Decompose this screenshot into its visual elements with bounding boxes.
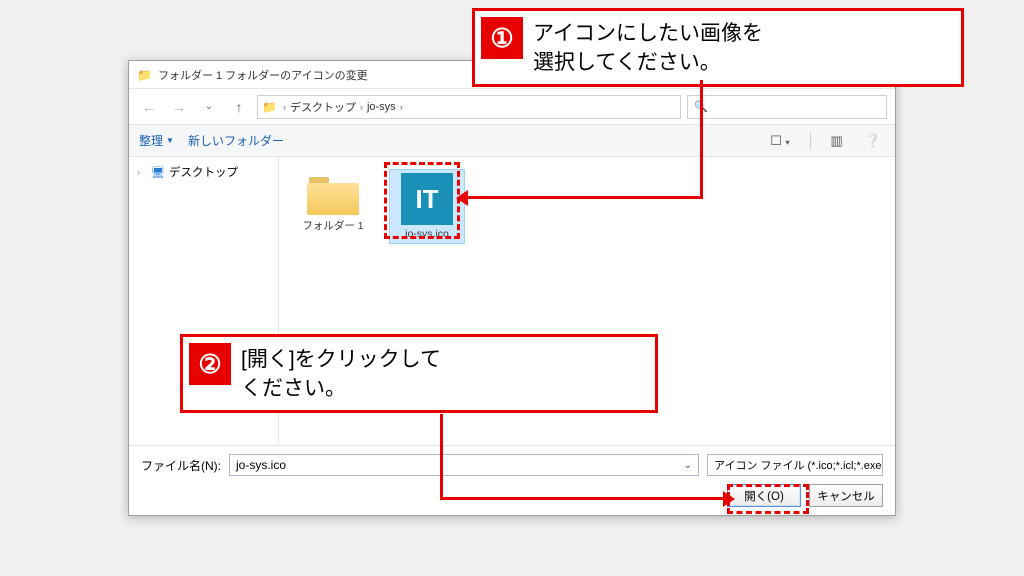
breadcrumb[interactable]: 📁 › デスクトップ › jo-sys › [257, 95, 681, 119]
open-button[interactable]: 開く(O) [727, 484, 801, 507]
file-open-dialog: 📁 フォルダー 1 フォルダーのアイコンの変更 ← → ⌄ ↑ 📁 › デスクト… [128, 60, 896, 516]
callout-text: [開く]をクリックして ください。 [241, 343, 441, 404]
chevron-down-icon: ▼ [166, 136, 174, 145]
bottom-bar: ファイル名(N): jo-sys.ico ⌄ アイコン ファイル (*.ico;… [129, 445, 895, 515]
forward-button[interactable]: → [167, 95, 191, 119]
filename-input[interactable]: jo-sys.ico ⌄ [229, 454, 699, 476]
file-label: フォルダー 1 [302, 218, 363, 233]
breadcrumb-seg[interactable]: デスクトップ [290, 99, 356, 115]
filetype-value: アイコン ファイル (*.ico;*.icl;*.exe;* [714, 457, 883, 473]
chevron-right-icon: › [398, 102, 405, 112]
file-item-ico[interactable]: IT jo-sys.ico [389, 169, 465, 244]
up-button[interactable]: ↑ [227, 95, 251, 119]
help-icon[interactable]: ❔ [861, 131, 885, 151]
cancel-button[interactable]: キャンセル [809, 484, 883, 507]
file-label: jo-sys.ico [405, 228, 449, 240]
file-item-folder[interactable]: フォルダー 1 [295, 169, 371, 237]
callout-number: ② [189, 343, 231, 385]
it-logo-icon: IT [401, 173, 453, 225]
folder-icon: 📁 [262, 100, 277, 114]
toolbar: 整理 ▼ 新しいフォルダー ☐ ▾ ▥ ❔ [129, 125, 895, 157]
sidebar-item-desktop[interactable]: › 🖥 デスクトップ [129, 161, 278, 183]
filename-value: jo-sys.ico [236, 458, 286, 472]
chevron-right-icon: › [137, 167, 147, 177]
chevron-right-icon: › [281, 102, 288, 112]
chevron-right-icon: › [358, 102, 365, 112]
view-list-icon[interactable]: ☐ ▾ [766, 131, 793, 151]
new-folder-button[interactable]: 新しいフォルダー [188, 132, 284, 149]
back-button[interactable]: ← [137, 95, 161, 119]
callout-1: ① アイコンにしたい画像を 選択してください。 [472, 8, 964, 87]
filetype-combo[interactable]: アイコン ファイル (*.ico;*.icl;*.exe;* ⌄ [707, 454, 883, 476]
chevron-down-icon: ⌄ [684, 460, 692, 471]
desktop-icon: 🖥 [151, 166, 165, 179]
dialog-title: フォルダー 1 フォルダーのアイコンの変更 [158, 67, 368, 83]
callout-2: ② [開く]をクリックして ください。 [180, 334, 658, 413]
search-input[interactable]: 🔍 [687, 95, 887, 119]
recent-dropdown[interactable]: ⌄ [197, 95, 221, 119]
search-icon: 🔍 [694, 100, 708, 113]
filename-label: ファイル名(N): [141, 457, 221, 474]
breadcrumb-seg[interactable]: jo-sys [367, 101, 396, 113]
sidebar-item-label: デスクトップ [169, 164, 238, 180]
nav-row: ← → ⌄ ↑ 📁 › デスクトップ › jo-sys › 🔍 [129, 89, 895, 125]
callout-number: ① [481, 17, 523, 59]
folder-icon: 📁 [137, 68, 152, 82]
callout-text: アイコンにしたい画像を 選択してください。 [533, 17, 763, 78]
view-details-icon[interactable]: ▥ [827, 131, 847, 151]
folder-icon [307, 173, 359, 215]
organize-button[interactable]: 整理 ▼ [139, 132, 174, 149]
